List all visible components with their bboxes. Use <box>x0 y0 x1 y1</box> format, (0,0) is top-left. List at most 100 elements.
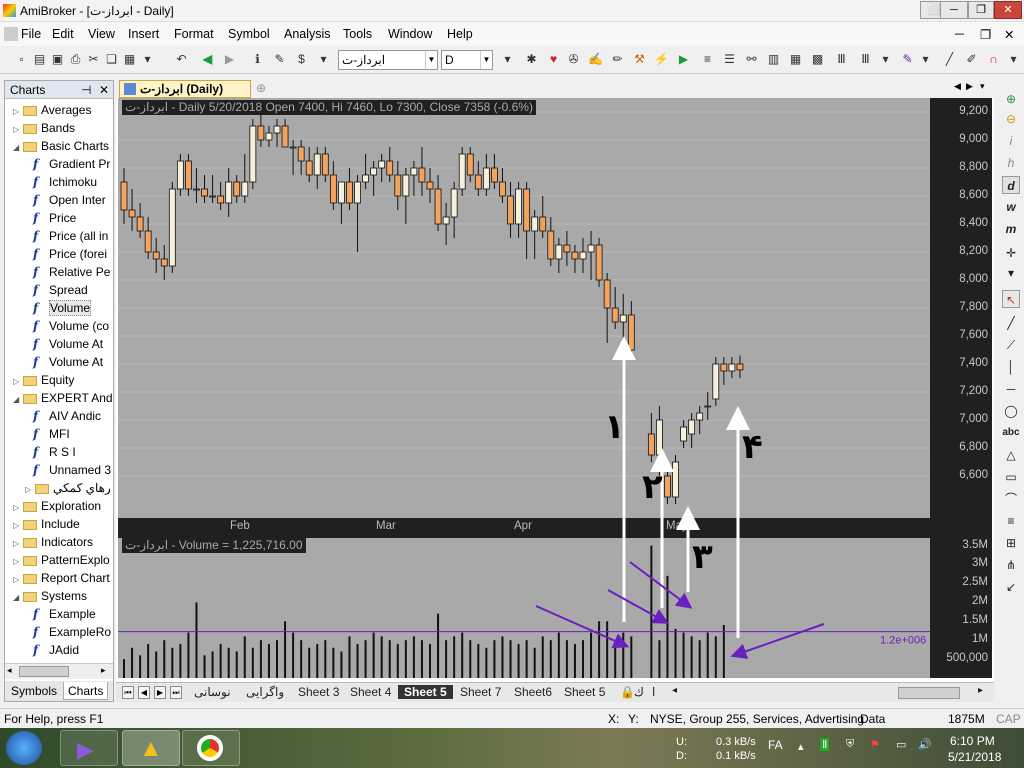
mdi-restore-button[interactable]: ❐ <box>980 27 991 42</box>
tree-formula[interactable]: f Volume At <box>5 335 113 353</box>
line-tool-icon[interactable]: ╱ <box>942 52 957 67</box>
toolbar-more-icon-5[interactable]: ▾ <box>918 52 933 67</box>
run-icon[interactable]: ▶ <box>676 52 691 67</box>
cut-icon[interactable]: ✂ <box>86 52 101 67</box>
menu-edit[interactable]: Edit <box>52 27 74 41</box>
collapsed-icon[interactable]: ▷ <box>13 103 23 119</box>
tree-folder[interactable]: ▷ Equity <box>5 371 113 389</box>
menu-view[interactable]: View <box>88 27 115 41</box>
sheet-tab[interactable]: Sheet6 <box>514 685 552 699</box>
scroll-left-icon[interactable]: ◂ <box>7 665 12 676</box>
tree-formula[interactable]: f AIV Andic <box>5 407 113 425</box>
tree-folder[interactable]: ▷ ﺭﻫﺎﻱ ﻛﻤﻜﻲ <box>5 479 113 497</box>
triangle-icon[interactable]: △ <box>1002 446 1020 464</box>
symbol-combo[interactable]: ابرداز-ت ▼ <box>338 50 438 70</box>
scan-icon[interactable]: ✇ <box>566 52 581 67</box>
tray-app-icon[interactable]: Ⅱ <box>820 738 830 751</box>
toolbar-more-icon-4[interactable]: ▾ <box>878 52 893 67</box>
chart-scroll-thumb[interactable] <box>898 687 960 699</box>
tree-formula[interactable]: f Volume (co <box>5 317 113 335</box>
menu-analysis[interactable]: Analysis <box>284 27 331 41</box>
bars-icon[interactable]: Ⅲ <box>834 52 849 67</box>
tree-formula[interactable]: f Example <box>5 605 113 623</box>
ellipse-icon[interactable]: ◯ <box>1002 402 1020 420</box>
copy-icon[interactable]: ❏ <box>104 52 119 67</box>
scroll-right-icon[interactable]: ▸ <box>101 665 106 676</box>
document-icon[interactable] <box>4 27 18 41</box>
scroll-right-icon[interactable]: ▸ <box>978 685 983 696</box>
open-icon[interactable]: ▤ <box>32 52 47 67</box>
tree-formula[interactable]: f Unnamed 3 <box>5 461 113 479</box>
interval-combo[interactable]: D ▼ <box>441 50 493 70</box>
tree-formula[interactable]: f MFI <box>5 425 113 443</box>
first-sheet-icon[interactable]: ⏮ <box>122 686 134 699</box>
chart-tab[interactable]: ابرداز-ت (Daily) <box>119 80 251 98</box>
back-icon[interactable]: ◀ <box>200 52 215 67</box>
tree-folder[interactable]: ▷ Exploration <box>5 497 113 515</box>
tree-folder[interactable]: ▷ Report Chart <box>5 569 113 587</box>
tree-folder[interactable]: ▷ Bands <box>5 119 113 137</box>
tray-expand-icon[interactable]: ▴ <box>798 740 804 753</box>
menu-symbol[interactable]: Symbol <box>228 27 270 41</box>
vertical-line-icon[interactable]: │ <box>1002 358 1020 376</box>
tray-shield-icon[interactable]: ⛨ <box>846 738 854 751</box>
align-icon[interactable]: ≡ <box>700 52 715 67</box>
scroll-thumb[interactable] <box>19 666 69 677</box>
expanded-icon[interactable]: ◢ <box>13 391 23 407</box>
collapsed-icon[interactable]: ▷ <box>13 499 23 515</box>
toolbar-more-icon-2[interactable]: ▾ <box>316 52 331 67</box>
clock-time[interactable]: 6:10 PM <box>950 734 995 748</box>
tree-folder[interactable]: ◢ EXPERT And <box>5 389 113 407</box>
tree-formula[interactable]: f Volume At <box>5 353 113 371</box>
taskbar-amibroker[interactable]: ▲ <box>122 730 180 766</box>
print-icon[interactable]: ⎙ <box>68 52 83 67</box>
hammer-icon[interactable]: ⚒ <box>632 52 647 67</box>
tab-symbols[interactable]: Symbols <box>7 682 61 700</box>
tree-folder[interactable]: ◢ Basic Charts <box>5 137 113 155</box>
toolbar-more-icon-7[interactable]: ▾ <box>1002 264 1020 282</box>
prev-sheet-icon[interactable]: ◀ <box>138 686 150 699</box>
sheet-tab[interactable]: Sheet 5 <box>564 685 605 699</box>
formula-icon[interactable]: ✍ <box>588 52 603 67</box>
tree-scrollbar[interactable]: ◂ ▸ <box>5 663 113 679</box>
tray-flag-icon[interactable]: ⚑ <box>870 738 880 751</box>
tree-formula[interactable]: f Gradient Pr <box>5 155 113 173</box>
sheet-tab[interactable]: Sheet 7 <box>460 685 501 699</box>
interval-i-icon[interactable]: i <box>1002 132 1020 150</box>
link-icon[interactable]: ⚯ <box>744 52 759 67</box>
collapsed-icon[interactable]: ▷ <box>25 481 35 497</box>
taskbar-chrome[interactable] <box>182 730 240 766</box>
tree-formula[interactable]: fR S I <box>5 443 113 461</box>
menu-file[interactable]: File <box>21 27 41 41</box>
ray-icon[interactable]: ⟋ <box>1002 336 1020 354</box>
menu-window[interactable]: Window <box>388 27 432 41</box>
tree-folder[interactable]: ▷ Indicators <box>5 533 113 551</box>
wand-icon[interactable]: ⚡ <box>654 52 669 67</box>
table-icon[interactable]: ▩ <box>810 52 825 67</box>
info-icon[interactable]: ℹ <box>250 52 265 67</box>
interval-d-icon[interactable]: d <box>1002 176 1020 194</box>
rectangle-icon[interactable]: ▭ <box>1002 468 1020 486</box>
mdi-minimize-button[interactable]: ─ <box>955 27 964 41</box>
tab-list-icon[interactable]: ▾ <box>980 81 985 92</box>
pin-icon[interactable]: ⊣ <box>81 81 91 99</box>
tree-formula[interactable]: f Ichimoku <box>5 173 113 191</box>
next-sheet-icon[interactable]: ▶ <box>154 686 166 699</box>
tray-volume-icon[interactable]: 🔊 <box>918 738 932 751</box>
menu-help[interactable]: Help <box>447 27 473 41</box>
collapsed-icon[interactable]: ▷ <box>13 373 23 389</box>
list-icon[interactable]: ☰ <box>722 52 737 67</box>
expanded-icon[interactable]: ◢ <box>13 139 23 155</box>
menu-insert[interactable]: Insert <box>128 27 159 41</box>
price-pane[interactable]: ابرداز-ت - Daily 5/20/2018 Open 7400, Hi… <box>118 98 930 518</box>
toolbar-more-icon[interactable]: ▾ <box>140 52 155 67</box>
edit-icon[interactable]: ✎ <box>272 52 287 67</box>
tab-next-icon[interactable]: ▶ <box>966 81 973 92</box>
channel-icon[interactable]: ≡ <box>1002 512 1020 530</box>
save-icon[interactable]: ▣ <box>50 52 65 67</box>
interval-h-icon[interactable]: h <box>1002 154 1020 172</box>
tree-folder[interactable]: ◢ Systems <box>5 587 113 605</box>
heart-icon[interactable]: ♥ <box>546 52 561 67</box>
collapsed-icon[interactable]: ▷ <box>13 571 23 587</box>
forward-icon[interactable]: ▶ <box>222 52 237 67</box>
